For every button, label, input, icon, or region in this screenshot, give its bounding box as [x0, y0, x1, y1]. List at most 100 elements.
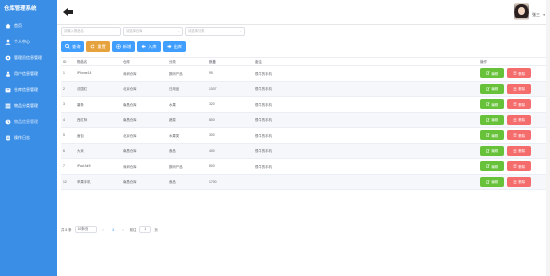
table-row: 6 大米 南昌仓库 食品 400 很牛的手机 编辑 删除	[61, 143, 546, 159]
warehouse-icon	[5, 87, 11, 93]
delete-button[interactable]: 删除	[507, 130, 531, 141]
table-row: 12 苹果手机 南昌仓库 食品 1700 编辑 删除	[61, 174, 546, 190]
table-cell: 水果	[169, 102, 176, 107]
table-cell: 南昌仓库	[123, 102, 137, 107]
stock-out-button[interactable]: 出库	[162, 41, 186, 52]
table-cell: 深圳仓库	[123, 164, 137, 169]
sidebar-item-6[interactable]: 物品分类管理	[0, 98, 57, 114]
table-row: 4 西红柿 南昌仓库 蔬菜 800 很牛的手机 编辑 删除	[61, 112, 546, 128]
table-cell: 12	[63, 179, 67, 184]
delete-label: 删除	[518, 71, 526, 76]
edit-button[interactable]: 编辑	[480, 130, 504, 141]
delete-label: 删除	[518, 180, 526, 185]
sidebar-item-8[interactable]: 操作日志	[0, 130, 57, 146]
current-page[interactable]: 1	[110, 226, 117, 233]
column-header: 数量	[209, 60, 216, 64]
table-cell: 800	[209, 117, 215, 122]
trash-icon	[513, 180, 517, 184]
app-window: 仓库管理系统 首页 个人中心 管理员信息管理 用户信息管理 仓库信息管理 物品分类管理 物品…	[0, 0, 550, 276]
table-cell: 很牛的手机	[255, 102, 272, 107]
row-actions: 编辑 删除	[478, 145, 546, 156]
edit-icon	[486, 179, 490, 184]
edit-button[interactable]: 编辑	[480, 114, 504, 125]
delete-button[interactable]: 删除	[507, 161, 531, 172]
sidebar-item-3[interactable]: 管理员信息管理	[0, 50, 57, 66]
home-icon	[5, 23, 11, 29]
table-cell: 300	[209, 133, 215, 138]
delete-button[interactable]: 删除	[507, 176, 531, 187]
reset-button[interactable]: 重置	[86, 41, 110, 52]
column-header: 物品名	[77, 60, 88, 64]
category-select[interactable]: 请选择分类 ⌄	[185, 27, 245, 36]
table-cell: 深圳仓库	[123, 71, 137, 76]
edit-button[interactable]: 编辑	[480, 145, 504, 156]
edit-icon	[486, 164, 490, 169]
collapse-menu-icon[interactable]	[63, 8, 73, 16]
delete-button[interactable]: 删除	[507, 99, 531, 110]
sidebar-item-5[interactable]: 仓库信息管理	[0, 82, 57, 98]
warehouse-select[interactable]: 请选择仓库 ⌄	[123, 27, 183, 36]
next-page-button[interactable]: >	[120, 226, 127, 233]
row-actions: 编辑 删除	[478, 161, 546, 172]
scrollbar[interactable]	[546, 0, 550, 276]
query-button[interactable]: 查询	[61, 41, 85, 52]
edit-label: 编辑	[491, 164, 499, 169]
stock-in-button[interactable]: 入库	[137, 41, 161, 52]
search-icon	[65, 44, 70, 49]
edit-button[interactable]: 编辑	[480, 68, 504, 79]
goods-icon	[5, 119, 11, 125]
user-menu-caret-icon[interactable]: ▾	[543, 13, 545, 17]
table-row: 2 法国红 北京仓库 日用品 1007 很牛的手机 编辑 删除	[61, 81, 546, 97]
table-cell: 苹果手机	[77, 180, 91, 185]
sidebar-item-7[interactable]: 物品信息管理	[0, 114, 57, 130]
goto-prefix: 前往	[129, 228, 137, 232]
table-cell: 南昌仓库	[123, 149, 137, 154]
table-cell: 日用品	[169, 87, 180, 92]
delete-button[interactable]: 删除	[507, 145, 531, 156]
goto-suffix: 页	[154, 228, 158, 232]
row-actions: 编辑 删除	[478, 130, 546, 141]
table-cell: 食品	[169, 149, 176, 154]
edit-label: 编辑	[491, 133, 499, 138]
sidebar-item-2[interactable]: 个人中心	[0, 34, 57, 50]
avatar[interactable]	[514, 3, 529, 20]
add-button[interactable]: 新增	[111, 41, 136, 52]
sidebar-item-label: 管理员信息管理	[14, 55, 42, 60]
sidebar-item-label: 操作日志	[14, 135, 30, 140]
table-cell: 4	[63, 117, 65, 122]
sidebar-item-4[interactable]: 用户信息管理	[0, 66, 57, 82]
delete-label: 删除	[518, 118, 526, 123]
sidebar-item-label: 用户信息管理	[14, 71, 38, 76]
filter-bar: 请输入物品名 请选择仓库 ⌄ 请选择分类 ⌄	[61, 27, 245, 36]
table-cell: 面包	[77, 133, 84, 138]
item-name-input[interactable]: 请输入物品名	[61, 27, 121, 36]
table-cell: 6	[63, 148, 65, 153]
sidebar-item-label: 首页	[14, 23, 22, 28]
table-cell: 南昌仓库	[123, 180, 137, 185]
column-header: 分类	[169, 60, 176, 64]
edit-button[interactable]: 编辑	[480, 83, 504, 94]
username-label[interactable]: 张三	[532, 12, 540, 18]
table-cell: 1007	[209, 86, 217, 91]
sidebar-item-label: 个人中心	[14, 39, 30, 44]
sidebar-item-1[interactable]: 首页	[0, 18, 57, 34]
table-cell: 95	[209, 71, 213, 76]
edit-label: 编辑	[491, 71, 499, 76]
goto-page-input[interactable]: 1	[139, 226, 152, 233]
edit-button[interactable]: 编辑	[480, 99, 504, 110]
delete-button[interactable]: 删除	[507, 114, 531, 125]
table-cell: 数码产品	[169, 71, 183, 76]
table-cell: 800	[209, 164, 215, 169]
table-cell: 3	[63, 102, 65, 107]
delete-button[interactable]: 删除	[507, 83, 531, 94]
page-size-select[interactable]: 10条/页	[74, 226, 97, 233]
table-cell: 数码产品	[169, 164, 183, 169]
top-bar: 张三 ▾	[57, 0, 550, 25]
edit-button[interactable]: 编辑	[480, 176, 504, 187]
table-cell: 320	[209, 102, 215, 107]
trash-icon	[513, 102, 517, 107]
prev-page-button[interactable]: <	[100, 226, 107, 233]
table-cell: iPad Air5	[77, 164, 91, 169]
edit-button[interactable]: 编辑	[480, 161, 504, 172]
delete-button[interactable]: 删除	[507, 68, 531, 79]
